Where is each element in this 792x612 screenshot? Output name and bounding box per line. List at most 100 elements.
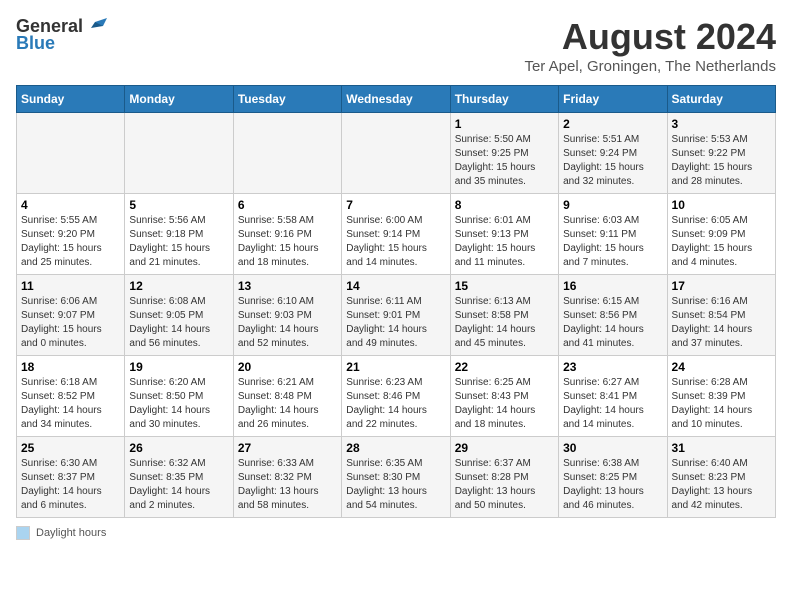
calendar-cell: 27Sunrise: 6:33 AM Sunset: 8:32 PM Dayli… — [233, 437, 341, 518]
calendar-cell — [17, 113, 125, 194]
day-info: Sunrise: 5:56 AM Sunset: 9:18 PM Dayligh… — [129, 214, 228, 270]
calendar-cell: 12Sunrise: 6:08 AM Sunset: 9:05 PM Dayli… — [125, 275, 233, 356]
weekday-header: Friday — [559, 86, 667, 113]
calendar-cell: 11Sunrise: 6:06 AM Sunset: 9:07 PM Dayli… — [17, 275, 125, 356]
day-info: Sunrise: 5:50 AM Sunset: 9:25 PM Dayligh… — [455, 133, 554, 189]
day-number: 9 — [563, 198, 662, 212]
calendar-cell: 9 Sunrise: 6:03 AM Sunset: 9:11 PM Daylig… — [559, 194, 667, 275]
day-info: Sunrise: 6:28 AM Sunset: 8:39 PM Dayligh… — [672, 376, 771, 432]
day-info: Sunrise: 6:10 AM Sunset: 9:03 PM Dayligh… — [238, 295, 337, 351]
calendar-cell: 2 Sunrise: 5:51 AM Sunset: 9:24 PM Daylig… — [559, 113, 667, 194]
logo: General Blue — [16, 16, 107, 54]
day-info: Sunrise: 6:01 AM Sunset: 9:13 PM Dayligh… — [455, 214, 554, 270]
day-info: Sunrise: 6:32 AM Sunset: 8:35 PM Dayligh… — [129, 457, 228, 513]
weekday-header: Tuesday — [233, 86, 341, 113]
day-number: 17 — [672, 279, 771, 293]
calendar-cell: 7Sunrise: 6:00 AM Sunset: 9:14 PM Daylig… — [342, 194, 450, 275]
day-info: Sunrise: 5:55 AM Sunset: 9:20 PM Dayligh… — [21, 214, 120, 270]
day-info: Sunrise: 5:53 AM Sunset: 9:22 PM Dayligh… — [672, 133, 771, 189]
calendar-week-row: 11Sunrise: 6:06 AM Sunset: 9:07 PM Dayli… — [17, 275, 776, 356]
day-number: 14 — [346, 279, 445, 293]
calendar-cell: 3 Sunrise: 5:53 AM Sunset: 9:22 PM Daylig… — [667, 113, 775, 194]
day-number: 7 — [346, 198, 445, 212]
calendar-cell: 19Sunrise: 6:20 AM Sunset: 8:50 PM Dayli… — [125, 356, 233, 437]
day-number: 19 — [129, 360, 228, 374]
day-info: Sunrise: 6:03 AM Sunset: 9:11 PM Dayligh… — [563, 214, 662, 270]
day-number: 30 — [563, 441, 662, 455]
calendar-cell: 31 Sunrise: 6:40 AM Sunset: 8:23 PM Dayli… — [667, 437, 775, 518]
calendar-cell: 8 Sunrise: 6:01 AM Sunset: 9:13 PM Daylig… — [450, 194, 558, 275]
title-area: August 2024 Ter Apel, Groningen, The Net… — [524, 16, 776, 75]
day-number: 22 — [455, 360, 554, 374]
day-number: 31 — [672, 441, 771, 455]
day-number: 24 — [672, 360, 771, 374]
day-info: Sunrise: 6:38 AM Sunset: 8:25 PM Dayligh… — [563, 457, 662, 513]
weekday-header-row: SundayMondayTuesdayWednesdayThursdayFrid… — [17, 86, 776, 113]
day-number: 20 — [238, 360, 337, 374]
weekday-header: Sunday — [17, 86, 125, 113]
weekday-header: Saturday — [667, 86, 775, 113]
day-number: 3 — [672, 117, 771, 131]
calendar-cell: 1 Sunrise: 5:50 AM Sunset: 9:25 PM Daylig… — [450, 113, 558, 194]
main-title: August 2024 — [524, 16, 776, 58]
day-number: 2 — [563, 117, 662, 131]
calendar-week-row: 1 Sunrise: 5:50 AM Sunset: 9:25 PM Daylig… — [17, 113, 776, 194]
day-info: Sunrise: 6:16 AM Sunset: 8:54 PM Dayligh… — [672, 295, 771, 351]
day-info: Sunrise: 6:08 AM Sunset: 9:05 PM Dayligh… — [129, 295, 228, 351]
calendar-cell: 30 Sunrise: 6:38 AM Sunset: 8:25 PM Dayli… — [559, 437, 667, 518]
day-info: Sunrise: 6:37 AM Sunset: 8:28 PM Dayligh… — [455, 457, 554, 513]
day-number: 29 — [455, 441, 554, 455]
day-info: Sunrise: 6:11 AM Sunset: 9:01 PM Dayligh… — [346, 295, 445, 351]
header: General Blue August 2024 Ter Apel, Groni… — [16, 16, 776, 75]
day-number: 26 — [129, 441, 228, 455]
day-number: 5 — [129, 198, 228, 212]
day-number: 23 — [563, 360, 662, 374]
day-info: Sunrise: 5:58 AM Sunset: 9:16 PM Dayligh… — [238, 214, 337, 270]
calendar-cell: 13 Sunrise: 6:10 AM Sunset: 9:03 PM Dayli… — [233, 275, 341, 356]
calendar-cell: 6Sunrise: 5:58 AM Sunset: 9:16 PM Daylig… — [233, 194, 341, 275]
calendar-week-row: 4 Sunrise: 5:55 AM Sunset: 9:20 PM Daylig… — [17, 194, 776, 275]
calendar-cell: 4 Sunrise: 5:55 AM Sunset: 9:20 PM Daylig… — [17, 194, 125, 275]
daylight-box — [16, 526, 30, 540]
day-info: Sunrise: 6:15 AM Sunset: 8:56 PM Dayligh… — [563, 295, 662, 351]
day-info: Sunrise: 5:51 AM Sunset: 9:24 PM Dayligh… — [563, 133, 662, 189]
subtitle: Ter Apel, Groningen, The Netherlands — [524, 58, 776, 75]
weekday-header: Wednesday — [342, 86, 450, 113]
calendar-cell: 25Sunrise: 6:30 AM Sunset: 8:37 PM Dayli… — [17, 437, 125, 518]
day-number: 1 — [455, 117, 554, 131]
day-info: Sunrise: 6:13 AM Sunset: 8:58 PM Dayligh… — [455, 295, 554, 351]
day-number: 8 — [455, 198, 554, 212]
day-number: 16 — [563, 279, 662, 293]
calendar-week-row: 18Sunrise: 6:18 AM Sunset: 8:52 PM Dayli… — [17, 356, 776, 437]
day-number: 28 — [346, 441, 445, 455]
calendar-cell — [342, 113, 450, 194]
day-number: 15 — [455, 279, 554, 293]
day-number: 4 — [21, 198, 120, 212]
calendar-cell: 22Sunrise: 6:25 AM Sunset: 8:43 PM Dayli… — [450, 356, 558, 437]
day-number: 27 — [238, 441, 337, 455]
calendar-cell: 20 Sunrise: 6:21 AM Sunset: 8:48 PM Dayli… — [233, 356, 341, 437]
calendar-cell: 5 Sunrise: 5:56 AM Sunset: 9:18 PM Daylig… — [125, 194, 233, 275]
day-info: Sunrise: 6:27 AM Sunset: 8:41 PM Dayligh… — [563, 376, 662, 432]
day-number: 10 — [672, 198, 771, 212]
logo-text-blue: Blue — [16, 33, 55, 54]
day-number: 18 — [21, 360, 120, 374]
day-info: Sunrise: 6:40 AM Sunset: 8:23 PM Dayligh… — [672, 457, 771, 513]
calendar-cell: 17 Sunrise: 6:16 AM Sunset: 8:54 PM Dayli… — [667, 275, 775, 356]
calendar-cell: 26 Sunrise: 6:32 AM Sunset: 8:35 PM Dayli… — [125, 437, 233, 518]
calendar-cell: 15 Sunrise: 6:13 AM Sunset: 8:58 PM Dayli… — [450, 275, 558, 356]
weekday-header: Thursday — [450, 86, 558, 113]
day-info: Sunrise: 6:21 AM Sunset: 8:48 PM Dayligh… — [238, 376, 337, 432]
day-number: 13 — [238, 279, 337, 293]
day-info: Sunrise: 6:05 AM Sunset: 9:09 PM Dayligh… — [672, 214, 771, 270]
weekday-header: Monday — [125, 86, 233, 113]
calendar-cell: 18Sunrise: 6:18 AM Sunset: 8:52 PM Dayli… — [17, 356, 125, 437]
calendar-cell: 28Sunrise: 6:35 AM Sunset: 8:30 PM Dayli… — [342, 437, 450, 518]
calendar-cell: 24 Sunrise: 6:28 AM Sunset: 8:39 PM Dayli… — [667, 356, 775, 437]
logo-bird-icon — [85, 18, 107, 36]
day-info: Sunrise: 6:23 AM Sunset: 8:46 PM Dayligh… — [346, 376, 445, 432]
calendar-cell: 21Sunrise: 6:23 AM Sunset: 8:46 PM Dayli… — [342, 356, 450, 437]
day-number: 11 — [21, 279, 120, 293]
footer: Daylight hours — [16, 526, 776, 540]
day-number: 25 — [21, 441, 120, 455]
